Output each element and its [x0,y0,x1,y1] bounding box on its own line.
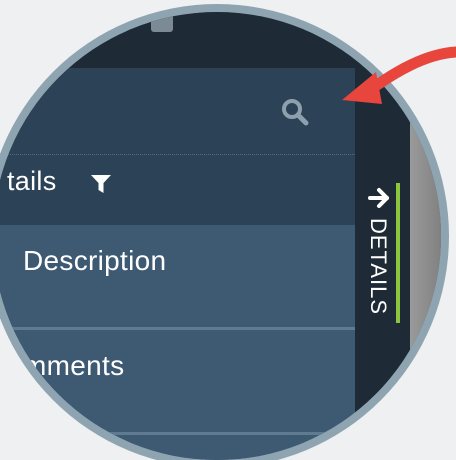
search-icon[interactable] [281,98,309,126]
details-tab-accent [396,183,400,323]
list-item-comments[interactable]: mments [0,330,355,435]
list-item-label: Description [23,245,167,276]
list-item-description[interactable]: Description [0,225,355,330]
search-bar [0,68,355,155]
list-item-label: mments [23,350,125,381]
arrow-right-icon [367,186,391,210]
topbar-icon[interactable] [151,12,173,32]
magnifier-stage: tails Description mments DETAILS [0,0,456,460]
red-pointer-arrow-icon [342,46,456,104]
details-tab-label: DETAILS [366,218,391,316]
filter-icon[interactable] [91,175,111,193]
details-filter-row[interactable]: tails [0,155,355,225]
details-tab[interactable]: DETAILS [355,68,410,460]
filter-label: tails [7,166,57,196]
list-item[interactable] [0,435,355,460]
side-panel-edge [410,68,441,460]
